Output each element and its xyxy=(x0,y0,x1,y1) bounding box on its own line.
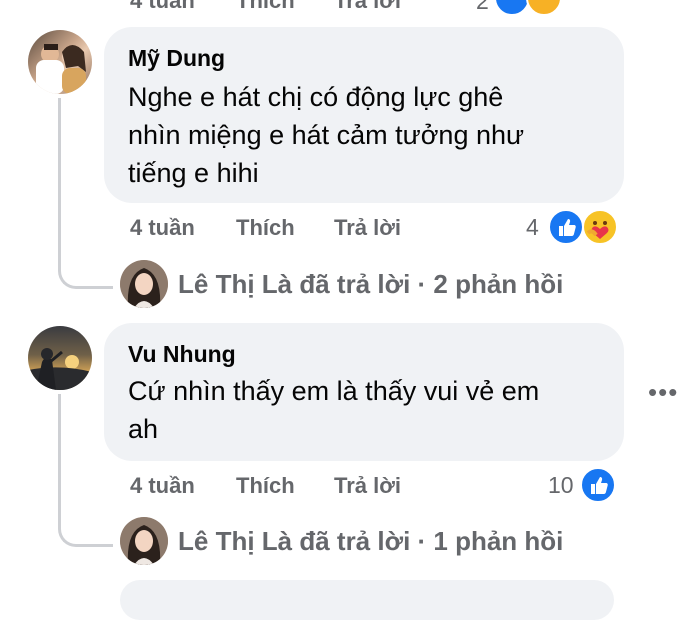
like-icon xyxy=(580,467,616,503)
comment-text-line: ah xyxy=(128,414,159,444)
replies-summary-link[interactable]: Lê Thị Là đã trả lời · 2 phản hồi xyxy=(178,269,563,300)
comment-author[interactable]: Mỹ Dung xyxy=(128,45,225,72)
reply-button[interactable]: Trả lời xyxy=(334,215,401,241)
reaction-count[interactable]: 10 xyxy=(548,472,574,499)
avatar-le-thi-la[interactable] xyxy=(120,260,168,308)
replies-summary-link[interactable]: Lê Thị Là đã trả lời · 1 phản hồi xyxy=(178,526,563,557)
comment-time[interactable]: 4 tuần xyxy=(130,215,195,241)
next-comment-bubble[interactable] xyxy=(120,580,614,620)
like-icon xyxy=(494,0,530,16)
top-comment-time[interactable]: 4 tuần xyxy=(130,0,195,14)
avatar-my-dung[interactable] xyxy=(28,30,92,94)
reaction-count[interactable]: 4 xyxy=(526,214,539,241)
care-icon xyxy=(582,209,618,245)
comment-bubble-vu-nhung[interactable]: Vu Nhung Cứ nhìn thấy em là thấy vui vẻ … xyxy=(104,323,624,461)
comment-author[interactable]: Vu Nhung xyxy=(128,341,236,368)
reply-button[interactable]: Trả lời xyxy=(334,473,401,499)
top-comment-reaction-count[interactable]: 2 xyxy=(476,0,489,15)
comment-time[interactable]: 4 tuần xyxy=(130,473,195,499)
comment-text-line: Cứ nhìn thấy em là thấy vui vẻ em xyxy=(128,376,540,406)
top-comment-reply-button[interactable]: Trả lời xyxy=(334,0,401,14)
top-comment-like-button[interactable]: Thích xyxy=(236,0,295,14)
avatar-le-thi-la[interactable] xyxy=(120,517,168,565)
like-button[interactable]: Thích xyxy=(236,473,295,499)
comment-text-line: Nghe e hát chị có động lực ghê xyxy=(128,82,504,112)
like-icon xyxy=(548,209,584,245)
comment-text-line: nhìn miệng e hát cảm tưởng như xyxy=(128,120,525,150)
more-options-icon[interactable]: ••• xyxy=(648,377,678,408)
comment-text-line: tiếng e hihi xyxy=(128,158,259,188)
like-button[interactable]: Thích xyxy=(236,215,295,241)
avatar-vu-nhung[interactable] xyxy=(28,326,92,390)
haha-icon xyxy=(526,0,562,16)
comment-bubble-my-dung[interactable]: Mỹ Dung Nghe e hát chị có động lực ghê n… xyxy=(104,27,624,203)
